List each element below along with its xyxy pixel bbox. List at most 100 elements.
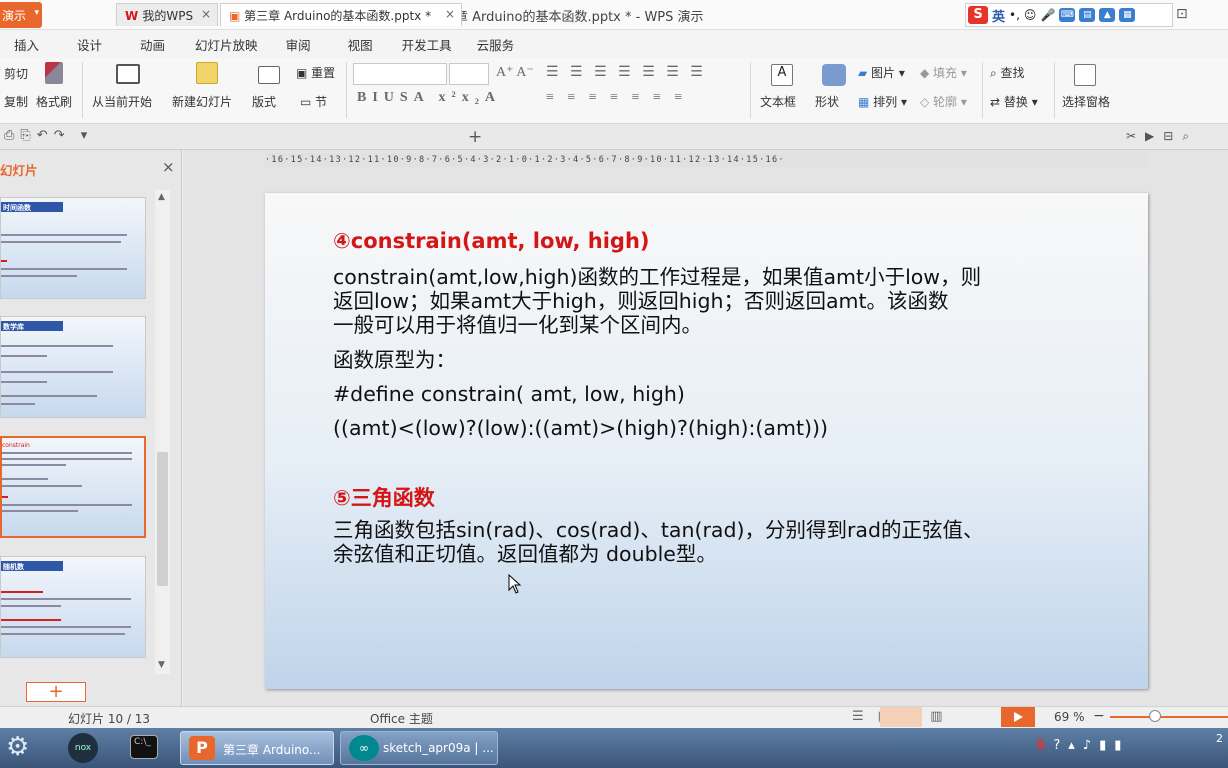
find-button[interactable]: ⌕ 查找 — [990, 64, 1025, 81]
slide-thumbnail[interactable]: 数学库 — [0, 316, 146, 418]
add-slide-button[interactable]: + — [26, 682, 86, 702]
zoom-slider[interactable] — [1110, 716, 1228, 718]
nox-icon[interactable]: nox — [68, 733, 98, 763]
restore-window-icon[interactable]: ⊡ — [1176, 6, 1188, 22]
menu-insert[interactable]: 插入 — [14, 35, 39, 54]
arrange-button[interactable]: ▦ 排列 ▾ — [858, 93, 907, 110]
new-tab-icon[interactable]: + — [468, 127, 482, 147]
slide-thumbnail[interactable]: 随机数 — [0, 556, 146, 658]
list-icons[interactable]: ☰ ☰ ☰ ☰ ☰ ☰ ☰ — [546, 64, 707, 81]
textbox-icon[interactable]: A — [771, 64, 793, 86]
scrollbar-thumb[interactable] — [157, 452, 168, 586]
panel-title: 幻灯片 — [0, 163, 38, 178]
microphone-icon[interactable]: 🎤 — [1040, 8, 1055, 22]
font-size-combo[interactable] — [449, 63, 489, 85]
menu-view[interactable]: 视图 — [348, 35, 373, 54]
system-tray-icons[interactable]: S?▴♪▮▮ — [1036, 738, 1129, 753]
grid-icon[interactable]: ▦ — [1119, 8, 1136, 22]
taskbar-arduino-label: sketch_apr09a | ... — [383, 741, 494, 755]
ime-toolbar[interactable]: S 英 •, ☺ 🎤 ⌨ ▤ ▲ ▦ — [965, 3, 1173, 27]
fill-button[interactable]: ◆ 填充 ▾ — [920, 64, 967, 81]
clock[interactable]: 2 — [1216, 732, 1228, 745]
reset-button[interactable]: ▣ 重置 — [296, 64, 335, 81]
font-name-combo[interactable] — [353, 63, 447, 85]
slide-heading-trig: ⑤三角函数 — [333, 486, 435, 510]
shape-button[interactable]: 形状 — [815, 93, 839, 110]
thumb-line — [1, 241, 121, 243]
slide-heading-constrain: ④constrain(amt, low, high) — [333, 229, 650, 253]
selection-pane-icon[interactable] — [1074, 64, 1096, 86]
skin-icon[interactable]: ▲ — [1099, 8, 1116, 22]
section-button[interactable]: ▭ 节 — [300, 93, 327, 110]
align-icons[interactable]: ≡ ≡ ≡ ≡ ≡ ≡ ≡ — [546, 90, 687, 106]
shape-icon[interactable] — [822, 64, 846, 86]
tab-my-wps-label: 我的WPS — [142, 9, 194, 23]
menu-animation[interactable]: 动画 — [140, 35, 165, 54]
zoom-level[interactable]: 69 % — [1054, 710, 1085, 724]
layout-icon[interactable] — [258, 66, 280, 84]
picture-button[interactable]: ▰ 图片 ▾ — [858, 64, 905, 81]
scroll-up-icon[interactable]: ▲ — [158, 192, 165, 202]
thumb-line — [1, 633, 125, 635]
close-icon[interactable]: × — [162, 158, 175, 176]
slide-thumbnail-selected[interactable]: constrain — [0, 436, 146, 538]
slide[interactable]: ④constrain(amt, low, high) constrain(amt… — [265, 193, 1148, 689]
slide-position: 幻灯片 10 / 13 — [68, 712, 151, 726]
quick-access-icons[interactable]: ⎙⎘↶↷ ▾ — [4, 128, 93, 143]
search-icon: ⌕ — [990, 66, 1001, 80]
tab-bar-tools-icons[interactable]: ✂▶⊟⌕ — [1126, 129, 1198, 144]
outline-icon: ◇ — [920, 95, 934, 109]
status-bar: 幻灯片 10 / 13 Office 主题 ☰▤▦▥ 69 % − — [0, 706, 1228, 728]
zoom-slider-knob[interactable] — [1149, 710, 1161, 722]
slide-thumbnail[interactable]: 时间函数 — [0, 197, 146, 299]
from-current-button[interactable]: 从当前开始 — [92, 93, 152, 110]
textbox-button[interactable]: 文本框 — [760, 93, 796, 110]
outline-button[interactable]: ◇ 轮廓 ▾ — [920, 93, 967, 110]
thumbnail-scrollbar[interactable] — [155, 190, 170, 674]
tab-document[interactable]: ▣ 第三章 Arduino的基本函数.pptx * × — [220, 3, 462, 26]
selection-pane-button[interactable]: 选择窗格 — [1062, 93, 1110, 110]
format-painter-icon[interactable] — [45, 62, 63, 84]
menu-slideshow[interactable]: 幻灯片放映 — [195, 35, 258, 54]
toolbox-icon[interactable]: ▤ — [1079, 8, 1096, 22]
text-format-icons[interactable]: BIUSA x²x₂A — [357, 90, 501, 106]
settings-gear-icon[interactable]: ⚙ — [6, 733, 29, 761]
thumb-line — [1, 371, 113, 373]
close-icon[interactable]: × — [201, 7, 211, 21]
reset-icon: ▣ — [296, 66, 312, 80]
tab-my-wps[interactable]: W 我的WPS × — [116, 3, 218, 26]
menu-cloud[interactable]: 云服务 — [477, 35, 515, 54]
thumb-line — [1, 355, 47, 357]
section-icon: ▭ — [300, 95, 316, 109]
layout-button[interactable]: 版式 — [252, 93, 276, 110]
menu-design[interactable]: 设计 — [77, 35, 102, 54]
scroll-down-icon[interactable]: ▼ — [158, 660, 165, 670]
menu-developer[interactable]: 开发工具 — [402, 35, 452, 54]
thumb-line — [1, 275, 77, 277]
play-slideshow-button[interactable] — [1001, 707, 1035, 727]
ime-mode[interactable]: 英 — [992, 6, 1005, 25]
cut-button[interactable]: 剪切 — [4, 65, 28, 82]
menu-review[interactable]: 审阅 — [286, 35, 311, 54]
keyboard-icon[interactable]: ⌨ — [1059, 8, 1076, 22]
close-icon[interactable]: × — [445, 7, 455, 21]
copy-button[interactable]: 复制 — [4, 93, 28, 110]
normal-view-button[interactable] — [880, 707, 922, 727]
app-menu-button[interactable]: 演示 ▾ — [0, 2, 42, 28]
ribbon-divider — [346, 62, 347, 118]
format-painter-button[interactable]: 格式刷 — [36, 93, 72, 110]
new-slide-button[interactable]: 新建幻灯片 — [172, 93, 232, 110]
replace-button[interactable]: ⇄ 替换 ▾ — [990, 93, 1038, 110]
emoji-icon[interactable]: ☺ — [1024, 8, 1037, 22]
new-slide-icon[interactable] — [196, 62, 218, 84]
replace-icon: ⇄ — [990, 95, 1004, 109]
terminal-icon[interactable]: C:\_ — [130, 735, 158, 759]
sogou-tray-icon[interactable]: S — [1036, 738, 1053, 753]
thumb-line — [2, 464, 66, 466]
grow-font-icon[interactable]: A⁺ A⁻ — [496, 64, 534, 81]
zoom-out-icon[interactable]: − — [1093, 708, 1105, 724]
chevron-down-icon: ▾ — [34, 8, 39, 18]
slideshow-icon[interactable] — [116, 64, 140, 84]
punctuation-icon[interactable]: •, — [1009, 8, 1020, 22]
thumb-line — [1, 395, 97, 397]
